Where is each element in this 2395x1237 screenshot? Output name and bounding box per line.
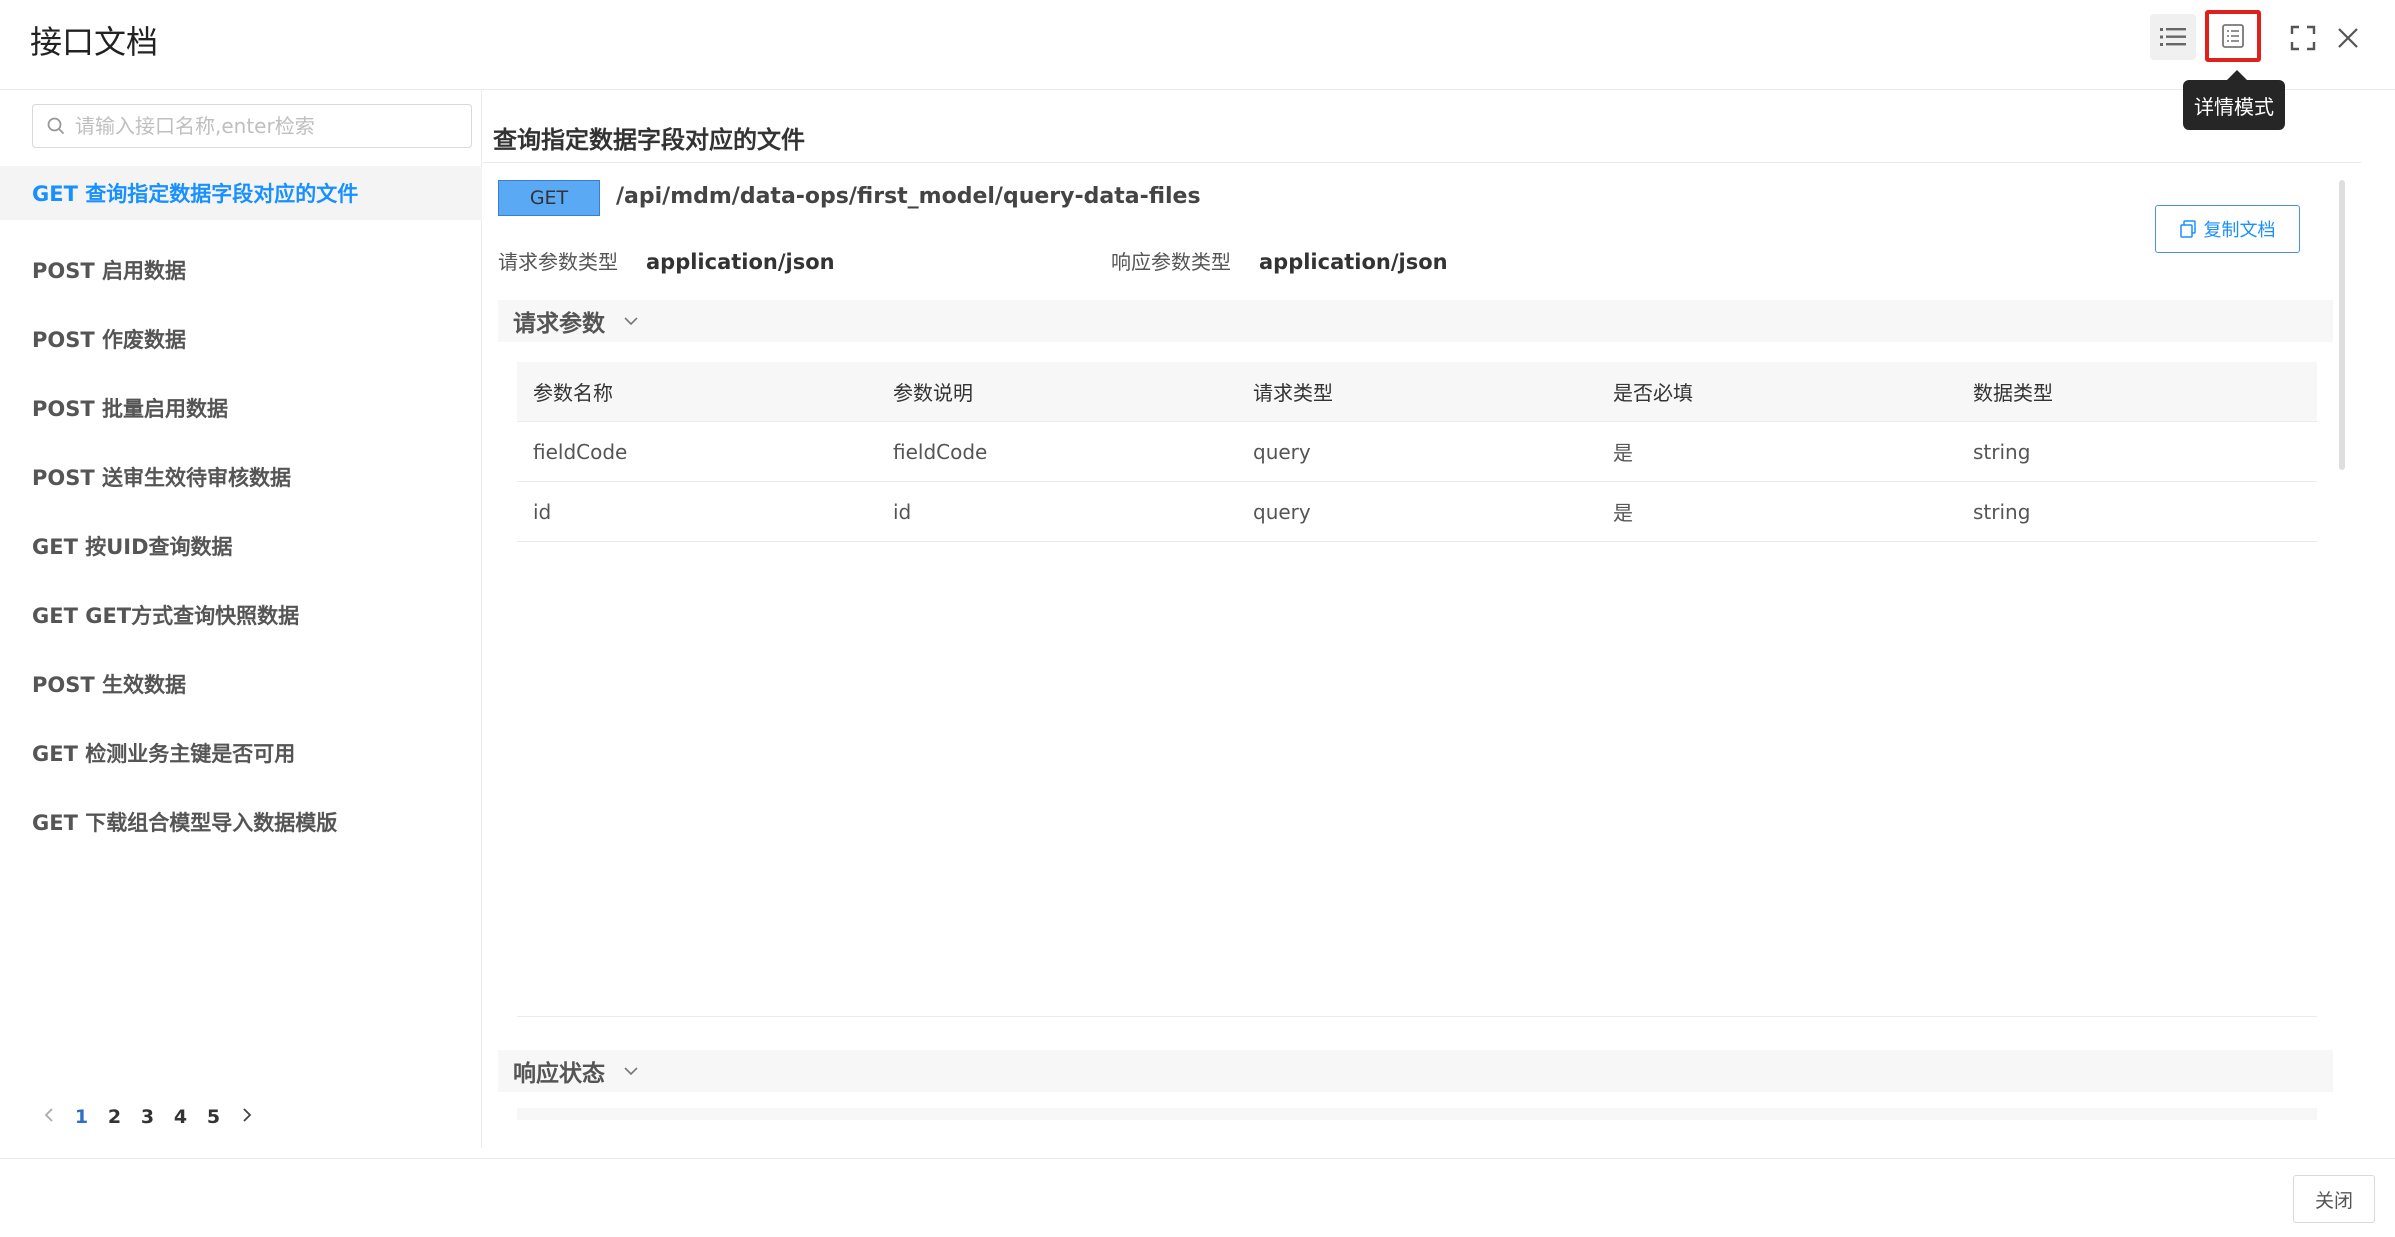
api-list-item[interactable]: GET 下载组合模型导入数据模版 [0,787,482,856]
request-param-type: 请求参数类型 application/json [498,246,835,275]
column-header: 数据类型 [1973,381,2053,405]
page-5[interactable]: 5 [197,1106,230,1128]
list-icon [2160,28,2186,46]
modal-footer: 关闭 [0,1158,2395,1237]
table-cell: string [1973,439,2031,464]
next-page-button[interactable] [230,1106,263,1128]
close-button[interactable]: 关闭 [2293,1175,2375,1223]
table-cell: fieldCode [533,439,628,464]
list-mode-button[interactable] [2150,14,2196,60]
page-4[interactable]: 4 [164,1106,197,1128]
document-icon [2222,24,2244,48]
api-list-item[interactable]: GET 查询指定数据字段对应的文件 [0,166,482,220]
table-cell: query [1253,439,1311,464]
table-cell: string [1973,499,2031,524]
prev-page-button[interactable] [32,1106,65,1128]
column-header: 请求类型 [1253,381,1333,405]
column-header: 是否必填 [1613,381,1693,405]
page-3[interactable]: 3 [131,1106,164,1128]
chevron-left-icon [44,1108,53,1122]
fullscreen-button[interactable] [2285,20,2321,56]
table-header: 参数名称 参数说明 请求类型 是否必填 数据类型 [517,362,2317,422]
api-list-item[interactable]: POST 启用数据 [0,235,482,304]
pagination: 1 2 3 4 5 [32,1106,263,1128]
api-list-item[interactable]: POST 送审生效待审核数据 [0,442,482,511]
request-params-heading: 请求参数 [513,311,605,337]
table-row: fieldCode fieldCode query 是 string [517,422,2317,482]
close-modal-button[interactable] [2330,20,2366,56]
response-status-section[interactable]: 响应状态 [498,1050,2333,1092]
table-cell: id [533,499,552,524]
table-cell: 是 [1613,441,1633,465]
modal-header: 接口文档 详情模式 [0,0,2395,130]
api-list-item[interactable]: POST 批量启用数据 [0,373,482,442]
divider [517,1016,2317,1017]
api-list-item[interactable]: POST 作废数据 [0,304,482,373]
table-cell: id [893,499,912,524]
request-param-type-value: application/json [646,250,835,274]
search-icon [47,117,65,135]
response-table-stub [517,1108,2317,1120]
api-list-item[interactable]: POST 生效数据 [0,649,482,718]
divider [483,162,2361,163]
column-header: 参数名称 [533,381,613,405]
api-detail: 查询指定数据字段对应的文件 GET /api/mdm/data-ops/firs… [483,90,2363,1150]
column-header: 参数说明 [893,381,973,405]
copy-icon [2179,220,2196,238]
copy-doc-label: 复制文档 [2203,220,2276,241]
api-list: GET 查询指定数据字段对应的文件 POST 启用数据 POST 作废数据 PO… [0,166,482,856]
modal-title: 接口文档 [30,23,159,61]
search-box[interactable] [32,104,472,148]
table-cell: query [1253,499,1311,524]
request-params-table: 参数名称 参数说明 请求类型 是否必填 数据类型 fieldCode field… [517,362,2317,542]
api-list-item[interactable]: GET 按UID查询数据 [0,511,482,580]
chevron-right-icon [242,1108,251,1122]
chevron-down-icon [623,316,639,326]
scrollbar[interactable] [2339,180,2345,470]
request-param-type-label: 请求参数类型 [498,250,618,274]
copy-doc-button[interactable]: 复制文档 [2155,205,2300,253]
response-param-type-value: application/json [1259,250,1448,274]
api-detail-title: 查询指定数据字段对应的文件 [493,126,805,154]
chevron-down-icon [623,1066,639,1076]
search-input[interactable] [75,114,455,138]
table-cell: 是 [1613,501,1633,525]
page-1[interactable]: 1 [65,1106,98,1128]
api-sidebar: GET 查询指定数据字段对应的文件 POST 启用数据 POST 作废数据 PO… [0,90,482,1148]
table-cell: fieldCode [893,439,988,464]
request-params-section[interactable]: 请求参数 [498,300,2333,342]
response-status-heading: 响应状态 [513,1061,605,1087]
fullscreen-icon [2290,25,2316,51]
close-icon [2338,28,2358,48]
detail-mode-button[interactable] [2205,10,2261,62]
response-param-type: 响应参数类型 application/json [1111,246,1448,275]
table-row: id id query 是 string [517,482,2317,542]
api-path: /api/mdm/data-ops/first_model/query-data… [616,184,1201,209]
api-list-item[interactable]: GET GET方式查询快照数据 [0,580,482,649]
api-list-item[interactable]: GET 检测业务主键是否可用 [0,718,482,787]
method-badge: GET [498,180,600,216]
page-2[interactable]: 2 [98,1106,131,1128]
response-param-type-label: 响应参数类型 [1111,250,1231,274]
api-doc-modal: 接口文档 详情模式 请输入接口名称,enter检索 GET 查询指定数据字段对应… [0,0,2395,1237]
